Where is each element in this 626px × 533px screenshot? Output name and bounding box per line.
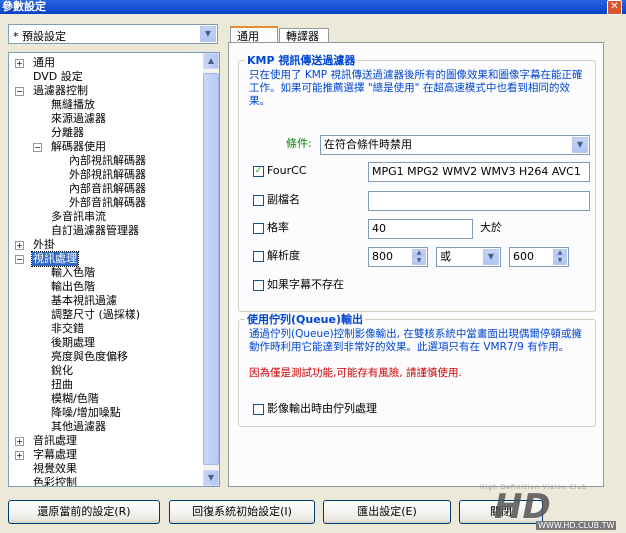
framerate-suffix: 大於 bbox=[480, 221, 502, 234]
fourcc-checkbox[interactable]: ✓ bbox=[253, 166, 264, 177]
scroll-down-icon[interactable]: ▼ bbox=[203, 470, 219, 486]
expand-icon[interactable]: + bbox=[15, 59, 24, 68]
tree-item-label: 無縫播放 bbox=[51, 98, 95, 111]
tree-item-label: 內部視訊解碼器 bbox=[69, 154, 146, 167]
resolution-width-value: 800 bbox=[372, 250, 393, 263]
resolution-height-stepper[interactable]: 600 ▲ ▼ bbox=[509, 247, 569, 267]
preset-select[interactable]: * 預設設定 ▼ bbox=[8, 24, 218, 44]
tree-item-label: 後期處理 bbox=[51, 336, 95, 349]
tree-item-label: 解碼器使用 bbox=[51, 140, 106, 153]
close-window-button[interactable]: ✕ bbox=[607, 0, 622, 15]
resolution-label: 解析度 bbox=[267, 249, 300, 262]
expand-icon[interactable]: + bbox=[15, 241, 24, 250]
tab-converter[interactable]: 轉譯器 bbox=[279, 28, 329, 43]
framerate-checkbox[interactable] bbox=[253, 223, 264, 234]
collapse-icon[interactable]: − bbox=[15, 255, 24, 264]
tree-item-label: 外部音訊解碼器 bbox=[69, 196, 146, 209]
tree-item-label: 音訊處理 bbox=[33, 434, 77, 447]
tree-item-label: 扭曲 bbox=[51, 378, 73, 391]
expand-icon[interactable]: + bbox=[15, 451, 24, 460]
framerate-label: 格率 bbox=[267, 221, 289, 234]
watermark-site: WWW.HD.CLUB.TW bbox=[536, 521, 617, 530]
condition-label: 條件: bbox=[286, 137, 312, 150]
tab-general[interactable]: 通用 bbox=[230, 26, 278, 43]
tree-item-label: 過濾器控制 bbox=[33, 84, 88, 97]
tree-item-label: 輸入色階 bbox=[51, 266, 95, 279]
tree-item-label: 基本視訊過濾 bbox=[51, 294, 117, 307]
export-settings-button[interactable]: 匯出設定(E) bbox=[323, 500, 451, 524]
queue-group-title: 使用佇列(Queue)輸出 bbox=[245, 313, 365, 326]
tree-item-label: 通用 bbox=[33, 56, 55, 69]
watermark-brand: HD bbox=[494, 487, 551, 527]
tree-item-label: 輸出色階 bbox=[51, 280, 95, 293]
resolution-operator-value: 或 bbox=[440, 250, 451, 263]
no-subtitle-checkbox[interactable] bbox=[253, 280, 264, 291]
tree-item-label: 外掛 bbox=[33, 238, 55, 251]
chevron-down-icon[interactable]: ▼ bbox=[200, 26, 216, 42]
tree-item-label: 非交錯 bbox=[51, 322, 84, 335]
window-title: 參數設定 bbox=[2, 0, 46, 13]
reset-default-button[interactable]: 回復系統初始設定(I) bbox=[169, 500, 315, 524]
condition-value: 在符合條件時禁用 bbox=[324, 138, 412, 151]
resolution-width-stepper[interactable]: 800 ▲ ▼ bbox=[368, 247, 428, 267]
tree-item-label: 分離器 bbox=[51, 126, 84, 139]
extension-checkbox[interactable] bbox=[253, 195, 264, 206]
tree-item-label: 色彩控制 bbox=[33, 476, 77, 487]
tree-item-label: 降噪/增加噪點 bbox=[51, 406, 121, 419]
queue-label: 影像輸出時由佇列處理 bbox=[267, 402, 377, 415]
scroll-thumb[interactable] bbox=[203, 73, 219, 465]
expand-icon[interactable]: + bbox=[15, 437, 24, 446]
resolution-height-value: 600 bbox=[513, 250, 534, 263]
spin-icon[interactable]: ▲ ▼ bbox=[412, 249, 426, 265]
tree-item-label: 多音訊串流 bbox=[51, 210, 106, 223]
tree-item-label: 內部音訊解碼器 bbox=[69, 182, 146, 195]
tree-item-label: 字幕處理 bbox=[33, 448, 77, 461]
tree-item-label: 其他過濾器 bbox=[51, 420, 106, 433]
preset-value: * 預設設定 bbox=[13, 30, 66, 43]
queue-group-desc: 通過佇列(Queue)控制影像輸出, 在雙核系統中當畫面出現偶爾停頓或擁動作時利… bbox=[249, 328, 582, 353]
extension-label: 副檔名 bbox=[267, 193, 300, 206]
kmp-group-title: KMP 視訊傳送過濾器 bbox=[245, 54, 358, 67]
tree-item-label: 自訂過濾器管理器 bbox=[51, 224, 139, 237]
collapse-icon[interactable]: − bbox=[33, 143, 42, 152]
tree-item-label: 來源過濾器 bbox=[51, 112, 106, 125]
tree-scrollbar[interactable]: ▲ ▼ bbox=[203, 53, 219, 486]
queue-group-warning: 因為僅是測試功能,可能存有風險, 請謹慎使用. bbox=[249, 367, 462, 379]
tree-item-label: 視覺效果 bbox=[33, 462, 77, 475]
restore-settings-button[interactable]: 還原當前的設定(R) bbox=[8, 500, 160, 524]
tree-item-label: 視訊處理 bbox=[31, 251, 79, 267]
queue-output-group: 使用佇列(Queue)輸出 通過佇列(Queue)控制影像輸出, 在雙核系統中當… bbox=[238, 313, 596, 427]
no-subtitle-label: 如果字幕不存在 bbox=[267, 278, 344, 291]
chevron-down-icon[interactable]: ▼ bbox=[483, 249, 499, 265]
fourcc-input[interactable]: MPG1 MPG2 WMV2 WMV3 H264 AVC1 bbox=[368, 162, 590, 182]
settings-tree[interactable]: ▲ ▼ + 通用 DVD 設定 − 過濾器控制 無縫播放 來源過濾器 分離器 − 解碼器使用 內部視… bbox=[8, 52, 220, 487]
title-bar: 參數設定 ✕ bbox=[0, 0, 626, 15]
tree-item-label: 銳化 bbox=[51, 364, 73, 377]
framerate-input[interactable]: 40 bbox=[368, 219, 473, 239]
collapse-icon[interactable]: − bbox=[15, 87, 24, 96]
kmp-group-desc: 只在使用了 KMP 視訊傳送過濾器後所有的圖像效果和圖像字幕在能正確工作。如果可… bbox=[249, 69, 583, 107]
watermark-logo: High Definition Vision Club HD WWW.HD.CL… bbox=[472, 484, 626, 533]
extension-input[interactable] bbox=[368, 191, 590, 211]
queue-checkbox[interactable] bbox=[253, 404, 264, 415]
tree-item-label: 亮度與色度偏移 bbox=[51, 350, 128, 363]
spin-icon[interactable]: ▲ ▼ bbox=[553, 249, 567, 265]
fourcc-label: FourCC bbox=[267, 164, 307, 177]
kmp-filter-group: KMP 視訊傳送過濾器 只在使用了 KMP 視訊傳送過濾器後所有的圖像效果和圖像… bbox=[238, 54, 596, 312]
tree-item-label: 外部視訊解碼器 bbox=[69, 168, 146, 181]
chevron-down-icon[interactable]: ▼ bbox=[572, 137, 588, 153]
scroll-up-icon[interactable]: ▲ bbox=[203, 53, 219, 69]
tree-item-label: DVD 設定 bbox=[33, 70, 83, 83]
tree-item-label: 調整尺寸 (過採樣) bbox=[51, 308, 141, 321]
resolution-checkbox[interactable] bbox=[253, 251, 264, 262]
resolution-operator-select[interactable]: 或 ▼ bbox=[436, 247, 501, 267]
settings-panel: KMP 視訊傳送過濾器 只在使用了 KMP 視訊傳送過濾器後所有的圖像效果和圖像… bbox=[228, 42, 604, 487]
tree-item-label: 模糊/色階 bbox=[51, 392, 99, 405]
condition-select[interactable]: 在符合條件時禁用 ▼ bbox=[320, 135, 590, 155]
